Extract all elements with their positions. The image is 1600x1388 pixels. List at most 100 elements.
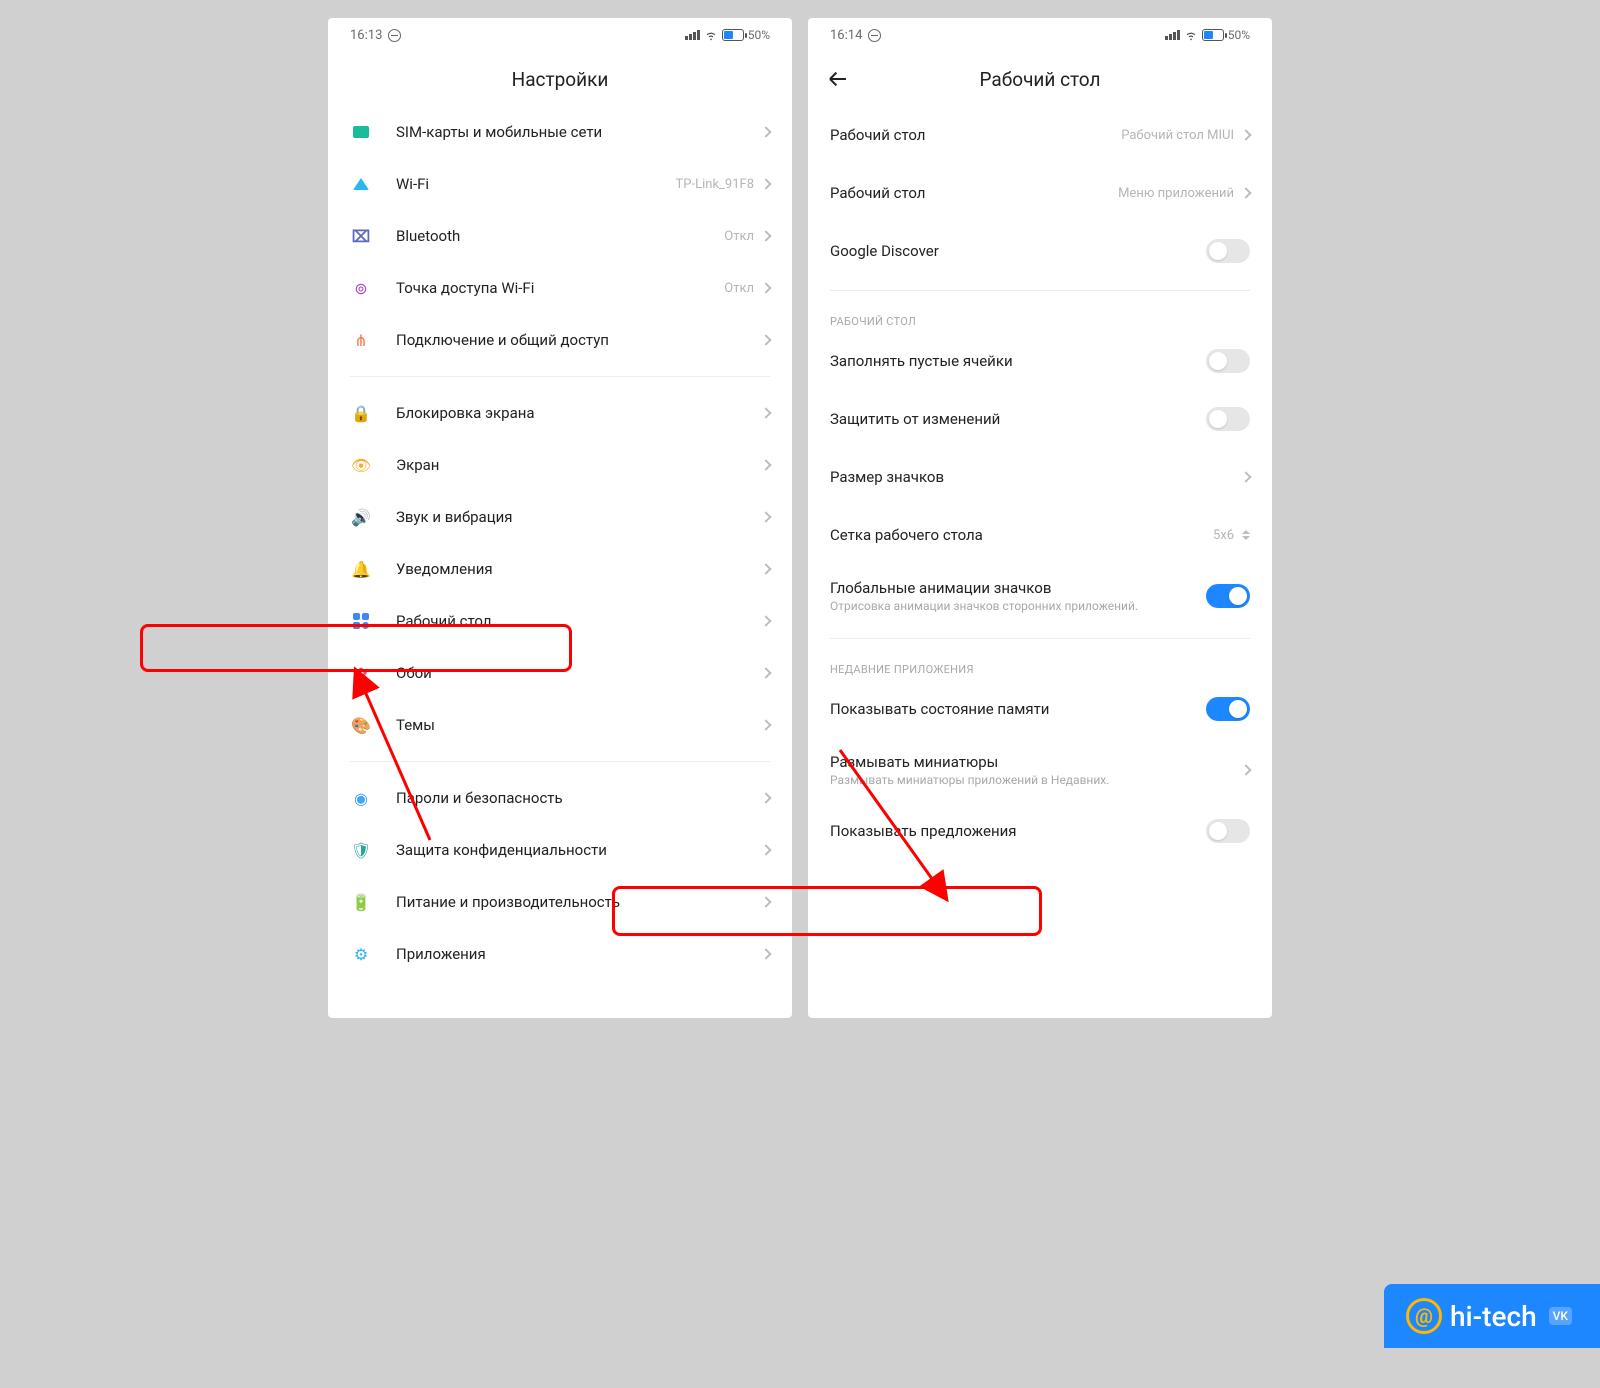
page-title: Настройки: [328, 52, 792, 106]
row-hotspot[interactable]: ⊚ Точка доступа Wi-Fi Откл: [328, 262, 792, 314]
chevron-right-icon: [1240, 764, 1251, 775]
toggle[interactable]: [1206, 584, 1250, 608]
signal-icon: [1165, 30, 1180, 40]
chevron-right-icon: [760, 719, 771, 730]
chevron-right-icon: [1240, 129, 1251, 140]
chevron-right-icon: [760, 563, 771, 574]
wifi-row-icon: [353, 178, 369, 190]
toggle[interactable]: [1206, 349, 1250, 373]
wifi-icon: [1184, 28, 1198, 42]
bell-icon: 🔔: [351, 560, 371, 579]
lock-icon: 🔒: [351, 404, 371, 423]
row-blur-thumbs[interactable]: Размывать миниатюры Размывать миниатюры …: [808, 738, 1272, 802]
shield-icon: 🛡: [351, 841, 371, 860]
row-lockscreen[interactable]: 🔒 Блокировка экрана: [328, 387, 792, 439]
battery-icon: [722, 29, 744, 41]
section-header: НЕДАВНИЕ ПРИЛОЖЕНИЯ: [808, 649, 1272, 680]
row-global-anim[interactable]: Глобальные анимации значков Отрисовка ан…: [808, 564, 1272, 628]
toggle[interactable]: [1206, 819, 1250, 843]
row-lock-changes[interactable]: Защитить от изменений: [808, 390, 1272, 448]
chevron-right-icon: [760, 896, 771, 907]
divider: [830, 638, 1250, 639]
row-privacy[interactable]: 🛡 Защита конфиденциальности: [328, 824, 792, 876]
status-time: 16:14: [830, 28, 862, 43]
apps-icon: ⚙: [354, 945, 368, 964]
row-wifi[interactable]: Wi-Fi TP-Link_91F8: [328, 158, 792, 210]
bluetooth-icon: ⌧: [352, 227, 370, 246]
divider: [830, 290, 1250, 291]
back-button[interactable]: [826, 67, 850, 91]
vk-icon: VK: [1549, 1307, 1572, 1325]
row-launcher-1[interactable]: Рабочий стол Рабочий стол MIUI: [808, 106, 1272, 164]
row-grid[interactable]: Сетка рабочего стола 5x6: [808, 506, 1272, 564]
sound-icon: 🔊: [351, 508, 371, 527]
arrow-left-icon: [830, 78, 846, 80]
stepper-icon[interactable]: [1242, 530, 1250, 540]
phone-left: 16:13 50% Настройки SIM-карты и мобильны…: [328, 18, 792, 1018]
row-notifications[interactable]: 🔔 Уведомления: [328, 543, 792, 595]
battery-pct: 50%: [748, 28, 770, 42]
sim-icon: [353, 126, 369, 138]
chevron-right-icon: [760, 615, 771, 626]
chevron-right-icon: [760, 282, 771, 293]
dnd-icon: [388, 29, 401, 42]
status-bar: 16:13 50%: [328, 18, 792, 52]
toggle[interactable]: [1206, 697, 1250, 721]
row-fill-empty[interactable]: Заполнять пустые ячейки: [808, 332, 1272, 390]
row-launcher-2[interactable]: Рабочий стол Меню приложений: [808, 164, 1272, 222]
row-sim[interactable]: SIM-карты и мобильные сети: [328, 106, 792, 158]
status-time: 16:13: [350, 28, 382, 43]
fingerprint-icon: ◉: [354, 789, 368, 808]
row-security[interactable]: ◉ Пароли и безопасность: [328, 772, 792, 824]
row-homescreen[interactable]: Рабочий стол: [328, 595, 792, 647]
page-title: Рабочий стол: [808, 52, 1272, 106]
divider: [350, 376, 770, 377]
eye-icon: 👁: [351, 456, 371, 475]
theme-icon: 🎨: [351, 716, 371, 735]
wallpaper-icon: ✿: [354, 664, 367, 683]
row-battery[interactable]: 🔋 Питание и производительность: [328, 876, 792, 928]
chevron-right-icon: [1240, 187, 1251, 198]
signal-icon: [685, 30, 700, 40]
row-google-discover[interactable]: Google Discover: [808, 222, 1272, 280]
chevron-right-icon: [1240, 471, 1251, 482]
row-icon-size[interactable]: Размер значков: [808, 448, 1272, 506]
chevron-right-icon: [760, 178, 771, 189]
toggle[interactable]: [1206, 239, 1250, 263]
row-show-suggestions[interactable]: Показывать предложения: [808, 802, 1272, 860]
status-bar: 16:14 50%: [808, 18, 1272, 52]
row-share[interactable]: ⋔ Подключение и общий доступ: [328, 314, 792, 366]
dnd-icon: [868, 29, 881, 42]
battery-icon: [1202, 29, 1224, 41]
battery-row-icon: 🔋: [351, 893, 371, 912]
row-apps[interactable]: ⚙ Приложения: [328, 928, 792, 980]
homescreen-settings-list[interactable]: Рабочий стол Рабочий стол MIUI Рабочий с…: [808, 106, 1272, 1018]
wifi-icon: [704, 28, 718, 42]
chevron-right-icon: [760, 844, 771, 855]
section-header: РАБОЧИЙ СТОЛ: [808, 301, 1272, 332]
row-sound[interactable]: 🔊 Звук и вибрация: [328, 491, 792, 543]
row-wallpaper[interactable]: ✿ Обои: [328, 647, 792, 699]
chevron-right-icon: [760, 126, 771, 137]
row-themes[interactable]: 🎨 Темы: [328, 699, 792, 751]
home-grid-icon: [353, 613, 369, 629]
toggle[interactable]: [1206, 407, 1250, 431]
chevron-right-icon: [760, 459, 771, 470]
chevron-right-icon: [760, 334, 771, 345]
chevron-right-icon: [760, 667, 771, 678]
divider: [350, 761, 770, 762]
at-icon: @: [1406, 1298, 1442, 1334]
watermark: @ hi-tech VK: [1384, 1284, 1600, 1348]
chevron-right-icon: [760, 511, 771, 522]
row-display[interactable]: 👁 Экран: [328, 439, 792, 491]
row-bluetooth[interactable]: ⌧ Bluetooth Откл: [328, 210, 792, 262]
chevron-right-icon: [760, 792, 771, 803]
share-icon: ⋔: [354, 331, 367, 350]
phone-right: 16:14 50% Рабочий стол Рабочий стол Рабо…: [808, 18, 1272, 1018]
chevron-right-icon: [760, 948, 771, 959]
chevron-right-icon: [760, 407, 771, 418]
settings-list[interactable]: SIM-карты и мобильные сети Wi-Fi TP-Link…: [328, 106, 792, 1018]
chevron-right-icon: [760, 230, 771, 241]
row-memory-status[interactable]: Показывать состояние памяти: [808, 680, 1272, 738]
battery-pct: 50%: [1228, 28, 1250, 42]
